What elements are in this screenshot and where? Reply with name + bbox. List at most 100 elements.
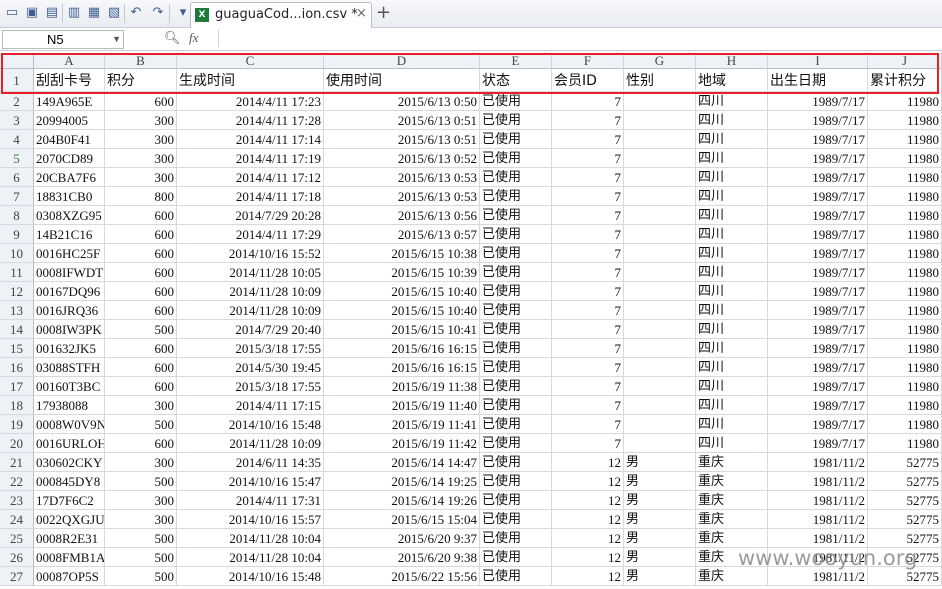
table-cell[interactable]: 7	[552, 339, 624, 358]
table-cell[interactable]: 0308XZG95	[34, 206, 105, 225]
header-cell[interactable]: 会员ID	[552, 69, 624, 92]
table-cell[interactable]: 0016JRQ36	[34, 301, 105, 320]
column-header-d[interactable]: D	[324, 53, 480, 69]
table-cell[interactable]: 1989/7/17	[768, 434, 868, 453]
header-cell[interactable]: 使用时间	[324, 69, 480, 92]
table-cell[interactable]: 已使用	[480, 187, 552, 206]
table-cell[interactable]: 600	[105, 244, 177, 263]
row-header[interactable]: 7	[0, 187, 34, 206]
select-all-corner[interactable]	[0, 53, 34, 69]
header-cell[interactable]: 累计积分	[868, 69, 942, 92]
table-cell[interactable]: 已使用	[480, 168, 552, 187]
table-cell[interactable]: 600	[105, 301, 177, 320]
table-cell[interactable]: 12	[552, 491, 624, 510]
table-cell[interactable]: 1989/7/17	[768, 244, 868, 263]
column-header-i[interactable]: I	[768, 53, 868, 69]
table-cell[interactable]: 重庆	[696, 453, 768, 472]
table-cell[interactable]	[624, 149, 696, 168]
table-cell[interactable]: 四川	[696, 434, 768, 453]
row-header[interactable]: 26	[0, 548, 34, 567]
table-cell[interactable]: 7	[552, 320, 624, 339]
table-cell[interactable]: 600	[105, 225, 177, 244]
table-cell[interactable]: 2014/4/11 17:12	[177, 168, 324, 187]
table-cell[interactable]: 0022QXGJU	[34, 510, 105, 529]
row-header[interactable]: 16	[0, 358, 34, 377]
table-cell[interactable]: 男	[624, 548, 696, 567]
row-header[interactable]: 21	[0, 453, 34, 472]
row-header[interactable]: 27	[0, 567, 34, 586]
table-cell[interactable]	[624, 358, 696, 377]
table-cell[interactable]	[624, 206, 696, 225]
table-cell[interactable]: 11980	[868, 225, 942, 244]
table-cell[interactable]: 00167DQ96	[34, 282, 105, 301]
header-cell[interactable]: 状态	[480, 69, 552, 92]
row-header[interactable]: 24	[0, 510, 34, 529]
table-cell[interactable]: 1989/7/17	[768, 320, 868, 339]
table-cell[interactable]: 300	[105, 396, 177, 415]
undo-icon[interactable]: ↶	[128, 5, 144, 21]
table-cell[interactable]: 2014/11/28 10:05	[177, 263, 324, 282]
table-cell[interactable]: 11980	[868, 320, 942, 339]
table-cell[interactable]: 重庆	[696, 510, 768, 529]
table-cell[interactable]: 300	[105, 130, 177, 149]
table-cell[interactable]: 男	[624, 567, 696, 586]
table-cell[interactable]: 2015/6/13 0:51	[324, 111, 480, 130]
table-cell[interactable]: 2014/4/11 17:15	[177, 396, 324, 415]
table-cell[interactable]: 12	[552, 548, 624, 567]
row-header[interactable]: 8	[0, 206, 34, 225]
table-cell[interactable]: 11980	[868, 168, 942, 187]
row-header[interactable]: 4	[0, 130, 34, 149]
table-cell[interactable]: 0016URLOH	[34, 434, 105, 453]
table-cell[interactable]: 17938088	[34, 396, 105, 415]
header-cell[interactable]: 刮刮卡号	[34, 69, 105, 92]
table-cell[interactable]: 0008R2E31	[34, 529, 105, 548]
table-cell[interactable]: 7	[552, 187, 624, 206]
table-cell[interactable]: 0008IW3PK	[34, 320, 105, 339]
table-cell[interactable]: 1989/7/17	[768, 225, 868, 244]
table-cell[interactable]: 2015/6/14 19:25	[324, 472, 480, 491]
row-header[interactable]: 1	[0, 69, 34, 92]
table-cell[interactable]: 300	[105, 111, 177, 130]
table-cell[interactable]: 2014/4/11 17:31	[177, 491, 324, 510]
table-cell[interactable]: 11980	[868, 434, 942, 453]
table-cell[interactable]: 00087OP5S	[34, 567, 105, 586]
table-cell[interactable]: 300	[105, 149, 177, 168]
table-cell[interactable]: 300	[105, 168, 177, 187]
table-cell[interactable]: 7	[552, 415, 624, 434]
table-cell[interactable]: 2014/10/16 15:57	[177, 510, 324, 529]
table-cell[interactable]: 四川	[696, 244, 768, 263]
table-cell[interactable]: 四川	[696, 225, 768, 244]
table-cell[interactable]: 600	[105, 377, 177, 396]
table-cell[interactable]: 800	[105, 187, 177, 206]
save-icon[interactable]: ▣	[24, 5, 40, 21]
folder-icon[interactable]: ▭	[4, 5, 20, 21]
table-cell[interactable]: 四川	[696, 320, 768, 339]
table-cell[interactable]: 600	[105, 358, 177, 377]
name-box[interactable]: N5 ▼	[2, 30, 124, 49]
table-cell[interactable]: 600	[105, 206, 177, 225]
table-cell[interactable]: 204B0F41	[34, 130, 105, 149]
table-cell[interactable]: 2015/6/15 10:40	[324, 282, 480, 301]
table-cell[interactable]	[624, 168, 696, 187]
table-cell[interactable]: 四川	[696, 187, 768, 206]
table-cell[interactable]: 四川	[696, 92, 768, 111]
table-cell[interactable]: 2015/6/19 11:38	[324, 377, 480, 396]
table-cell[interactable]: 7	[552, 301, 624, 320]
table-cell[interactable]: 已使用	[480, 244, 552, 263]
table-cell[interactable]: 已使用	[480, 320, 552, 339]
table-cell[interactable]: 已使用	[480, 396, 552, 415]
table-cell[interactable]: 重庆	[696, 472, 768, 491]
table-cell[interactable]: 2015/6/14 14:47	[324, 453, 480, 472]
table-cell[interactable]: 7	[552, 130, 624, 149]
table-cell[interactable]: 2014/4/11 17:19	[177, 149, 324, 168]
header-cell[interactable]: 出生日期	[768, 69, 868, 92]
table-cell[interactable]: 1989/7/17	[768, 149, 868, 168]
table-cell[interactable]: 00160T3BC	[34, 377, 105, 396]
table-cell[interactable]	[624, 187, 696, 206]
table-cell[interactable]: 四川	[696, 396, 768, 415]
table-cell[interactable]: 7	[552, 111, 624, 130]
table-cell[interactable]: 2015/6/16 16:15	[324, 358, 480, 377]
table-cell[interactable]: 2014/6/11 14:35	[177, 453, 324, 472]
table-cell[interactable]: 500	[105, 472, 177, 491]
table-cell[interactable]: 2014/10/16 15:48	[177, 415, 324, 434]
